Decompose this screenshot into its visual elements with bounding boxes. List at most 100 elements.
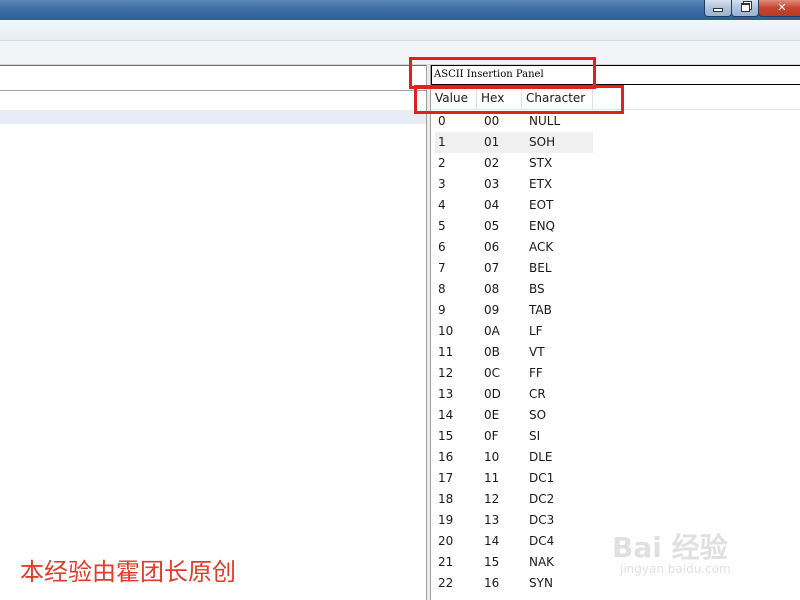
hex-cell: 05	[484, 219, 500, 233]
value-cell: 6	[438, 240, 446, 254]
hex-cell: 02	[484, 156, 500, 170]
table-row[interactable]: 14 0E SO	[435, 405, 800, 426]
character-cell: SO	[529, 408, 547, 422]
table-row[interactable]: 2 02 STX	[435, 153, 800, 174]
hex-cell: 10	[484, 450, 500, 464]
watermark-logo-text: Bai 经验	[612, 531, 728, 564]
character-cell: BEL	[529, 261, 552, 275]
minimize-icon	[713, 8, 723, 12]
value-cell: 8	[438, 282, 446, 296]
value-cell: 16	[438, 450, 454, 464]
value-cell: 2	[438, 156, 446, 170]
character-cell: DLE	[529, 450, 553, 464]
hex-cell: 14	[484, 534, 500, 548]
value-cell: 21	[438, 555, 454, 569]
character-cell: SI	[529, 429, 541, 443]
character-cell: DC1	[529, 471, 555, 485]
close-icon: ✕	[777, 0, 787, 14]
value-cell: 17	[438, 471, 454, 485]
hex-cell: 0D	[484, 387, 501, 401]
table-row[interactable]: 10 0A LF	[435, 321, 800, 342]
character-cell: NAK	[529, 555, 555, 569]
table-row[interactable]: 5 05 ENQ	[435, 216, 800, 237]
character-cell: ETX	[529, 177, 553, 191]
table-row[interactable]: 13 0D CR	[435, 384, 800, 405]
value-cell: 18	[438, 492, 454, 506]
watermark-url: jingyan.baidu.com	[620, 562, 731, 576]
table-row[interactable]: 12 0C FF	[435, 363, 800, 384]
hex-cell: 12	[484, 492, 500, 506]
table-row[interactable]: 11 0B VT	[435, 342, 800, 363]
table-row[interactable]: 17 11 DC1	[435, 468, 800, 489]
table-row[interactable]: 3 03 ETX	[435, 174, 800, 195]
restore-button[interactable]	[731, 0, 759, 17]
table-row[interactable]: 18 12 DC2	[435, 489, 800, 510]
character-cell: ACK	[529, 240, 554, 254]
character-cell: VT	[529, 345, 545, 359]
character-cell: DC4	[529, 534, 555, 548]
table-row[interactable]: 0 00 NULL	[435, 111, 800, 132]
table-row[interactable]: 9 09 TAB	[435, 300, 800, 321]
hex-cell: 0C	[484, 366, 501, 380]
character-cell: DC2	[529, 492, 555, 506]
hex-cell: 04	[484, 198, 500, 212]
toolbar	[0, 41, 800, 65]
table-row[interactable]: 4 04 EOT	[435, 195, 800, 216]
value-cell: 3	[438, 177, 446, 191]
watermark-caption: 本经验由霍团长原创	[20, 558, 236, 586]
value-cell: 11	[438, 345, 454, 359]
table-row[interactable]: 6 06 ACK	[435, 237, 800, 258]
value-cell: 13	[438, 387, 454, 401]
character-cell: BS	[529, 282, 545, 296]
value-cell: 22	[438, 576, 454, 590]
character-cell: SYN	[529, 576, 553, 590]
hex-cell: 06	[484, 240, 500, 254]
hex-cell: 11	[484, 471, 500, 485]
value-cell: 19	[438, 513, 454, 527]
editor-header	[0, 65, 426, 91]
table-row[interactable]: 7 07 BEL	[435, 258, 800, 279]
window-title-bar: ✕	[0, 0, 800, 20]
character-cell: FF	[529, 366, 543, 380]
hex-cell: 09	[484, 303, 500, 317]
value-cell: 15	[438, 429, 454, 443]
baidu-jingyan-logo: Bai 经验 jingyan.baidu.com	[612, 516, 792, 586]
table-row[interactable]: 15 0F SI	[435, 426, 800, 447]
hex-cell: 16	[484, 576, 500, 590]
value-cell: 0	[438, 114, 446, 128]
character-cell: DC3	[529, 513, 555, 527]
value-cell: 10	[438, 324, 454, 338]
value-cell: 5	[438, 219, 446, 233]
table-row[interactable]: 1 01 SOH	[435, 132, 593, 153]
hex-cell: 01	[484, 135, 500, 149]
hex-cell: 0A	[484, 324, 500, 338]
hex-cell: 03	[484, 177, 500, 191]
hex-cell: 15	[484, 555, 500, 569]
minimize-button[interactable]	[704, 0, 732, 17]
editor-panel[interactable]	[0, 65, 426, 600]
hex-cell: 0F	[484, 429, 499, 443]
annotation-box-column-headers	[414, 85, 624, 114]
value-cell: 4	[438, 198, 446, 212]
value-cell: 14	[438, 408, 454, 422]
hex-cell: 0E	[484, 408, 500, 422]
menu-bar	[0, 20, 800, 41]
character-cell: LF	[529, 324, 543, 338]
hex-cell: 00	[484, 114, 500, 128]
value-cell: 12	[438, 366, 454, 380]
character-cell: ENQ	[529, 219, 556, 233]
value-cell: 1	[438, 135, 446, 149]
hex-cell: 0B	[484, 345, 500, 359]
table-row[interactable]: 8 08 BS	[435, 279, 800, 300]
hex-cell: 08	[484, 282, 500, 296]
table-row[interactable]: 16 10 DLE	[435, 447, 800, 468]
value-cell: 9	[438, 303, 446, 317]
character-cell: CR	[529, 387, 546, 401]
value-cell: 7	[438, 261, 446, 275]
value-cell: 20	[438, 534, 454, 548]
character-cell: NULL	[529, 114, 561, 128]
window-controls: ✕	[704, 0, 800, 17]
character-cell: TAB	[529, 303, 552, 317]
close-button[interactable]: ✕	[758, 0, 800, 17]
hex-cell: 13	[484, 513, 500, 527]
